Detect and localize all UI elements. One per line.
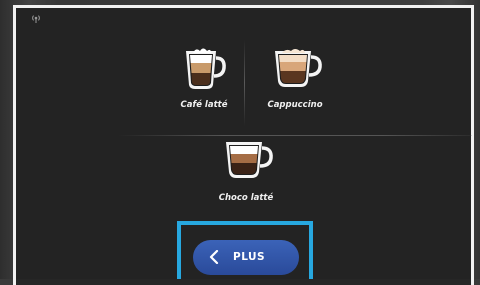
drink-label: Café latté (180, 100, 228, 110)
choco-cup-icon (226, 142, 273, 178)
drink-cafe-latte[interactable]: Café latté (154, 45, 254, 110)
drink-label: Choco latté (218, 193, 274, 203)
plus-button[interactable]: PLUS (193, 240, 299, 275)
drink-cappuccino[interactable]: Cappuccino (245, 45, 345, 110)
latte-glass-icon (186, 48, 226, 89)
plus-button-label: PLUS (233, 251, 266, 263)
chevron-left-icon (209, 250, 219, 264)
divider-horizontal (118, 135, 472, 136)
cappuccino-cup-icon (275, 49, 322, 87)
drink-label: Cappuccino (267, 100, 323, 110)
drink-choco-latte[interactable]: Choco latté (196, 138, 296, 203)
wifi-icon (32, 15, 40, 23)
